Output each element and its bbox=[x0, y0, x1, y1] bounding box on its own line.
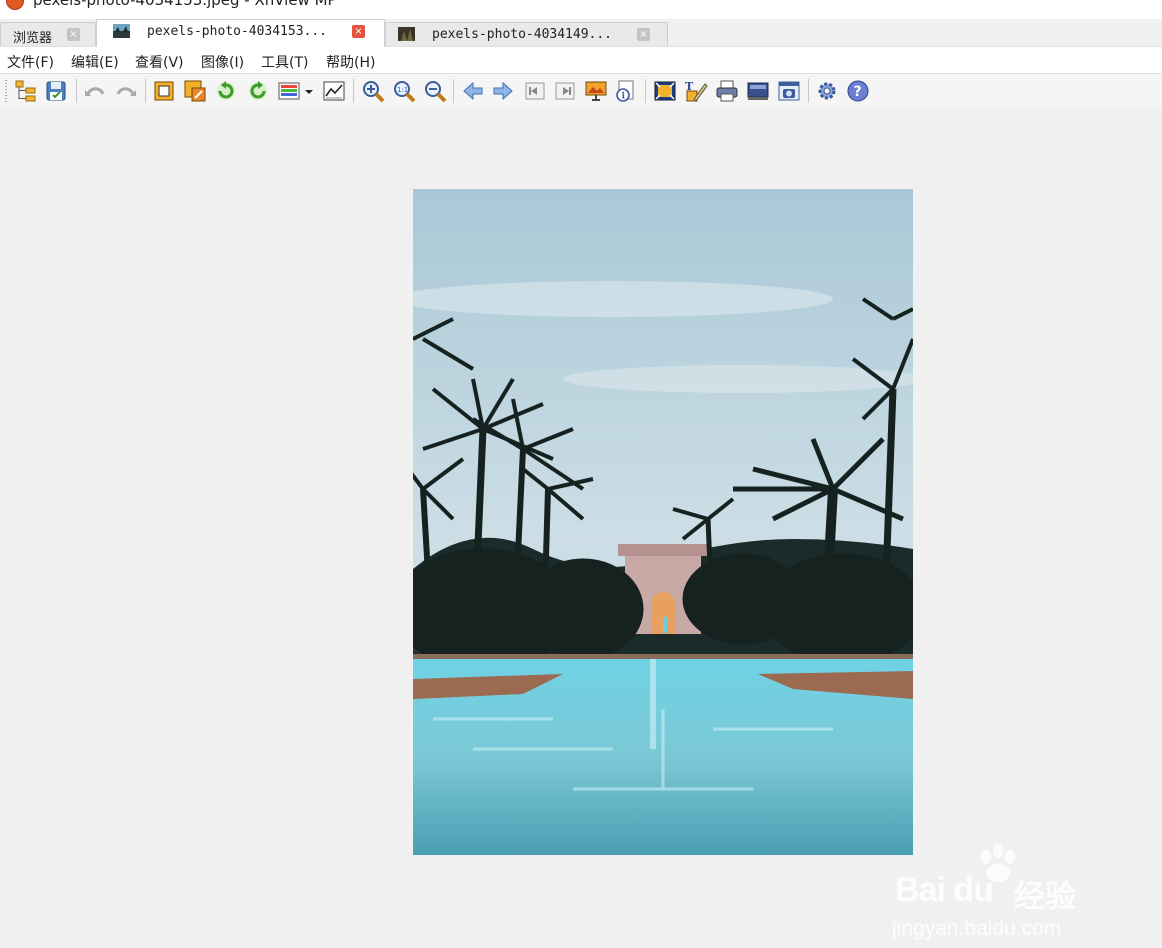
menu-view[interactable]: 查看(V) bbox=[135, 52, 184, 72]
close-icon[interactable]: × bbox=[352, 25, 365, 38]
toolbar-separator bbox=[353, 79, 354, 103]
toolbar-separator bbox=[76, 79, 77, 103]
tab-bar: 浏览器 × pexels-photo-4034153... × pexels-p… bbox=[0, 19, 1162, 47]
save-icon[interactable] bbox=[44, 79, 68, 103]
tab-image-4034149[interactable]: pexels-photo-4034149... × bbox=[385, 22, 668, 46]
toolbar-separator bbox=[808, 79, 809, 103]
redo-icon[interactable] bbox=[114, 79, 138, 103]
fit-window-icon[interactable] bbox=[653, 79, 677, 103]
window-title: pexels-photo-4034153.jpeg - XnView MP bbox=[33, 0, 337, 9]
rotate-left-icon[interactable] bbox=[214, 79, 238, 103]
first-icon[interactable] bbox=[523, 79, 547, 103]
photo-pool-palms bbox=[413, 189, 913, 855]
toolbar-separator bbox=[645, 79, 646, 103]
scan-icon[interactable] bbox=[746, 79, 770, 103]
next-icon[interactable] bbox=[491, 79, 515, 103]
levels-icon[interactable] bbox=[322, 79, 346, 103]
browse-icon[interactable] bbox=[14, 79, 38, 103]
crop-icon[interactable] bbox=[152, 79, 176, 103]
zoom-actual-icon[interactable]: 1:1 bbox=[392, 79, 416, 103]
menu-edit[interactable]: 编辑(E) bbox=[71, 52, 119, 72]
menu-help[interactable]: 帮助(H) bbox=[326, 52, 375, 72]
zoom-in-icon[interactable] bbox=[361, 79, 385, 103]
toolbar-grip[interactable] bbox=[5, 80, 7, 102]
slideshow-icon[interactable] bbox=[584, 79, 608, 103]
settings-icon[interactable] bbox=[815, 79, 839, 103]
watermark-brand-cn: 经验 bbox=[1014, 879, 1076, 915]
close-icon[interactable]: × bbox=[67, 28, 80, 41]
tab-label: pexels-photo-4034153... bbox=[147, 24, 328, 39]
svg-text:?: ? bbox=[854, 84, 862, 100]
zoom-out-icon[interactable] bbox=[423, 79, 447, 103]
image-viewer[interactable]: Bai du 经验 jingyan.baidu.com bbox=[0, 108, 1162, 940]
menu-tools[interactable]: 工具(T) bbox=[261, 52, 308, 72]
tab-label: pexels-photo-4034149... bbox=[432, 27, 613, 42]
undo-icon[interactable] bbox=[83, 79, 107, 103]
print-icon[interactable] bbox=[715, 79, 739, 103]
resize-icon[interactable] bbox=[183, 79, 207, 103]
tab-image-4034153[interactable]: pexels-photo-4034153... × bbox=[96, 19, 385, 47]
last-icon[interactable] bbox=[553, 79, 577, 103]
info-icon[interactable]: i bbox=[614, 79, 638, 103]
watermark-url: jingyan.baidu.com bbox=[892, 917, 1062, 940]
xnview-app-icon bbox=[6, 0, 24, 10]
dropdown-arrow-icon[interactable] bbox=[302, 79, 316, 103]
svg-text:1:1: 1:1 bbox=[397, 86, 408, 94]
image-thumbnail-icon bbox=[398, 27, 415, 41]
close-icon[interactable]: × bbox=[637, 28, 650, 41]
menu-image[interactable]: 图像(I) bbox=[201, 52, 244, 72]
rotate-right-icon[interactable] bbox=[246, 79, 270, 103]
paw-icon bbox=[981, 844, 1015, 882]
toolbar: 1:1 i T ? bbox=[0, 73, 1162, 109]
menu-file[interactable]: 文件(F) bbox=[7, 52, 54, 72]
svg-text:i: i bbox=[622, 92, 626, 102]
tab-browser[interactable]: 浏览器 × bbox=[0, 22, 96, 46]
toolbar-separator bbox=[453, 79, 454, 103]
watermark-brand: Bai du bbox=[895, 871, 994, 909]
edit-text-icon[interactable]: T bbox=[684, 79, 708, 103]
help-icon[interactable]: ? bbox=[846, 79, 870, 103]
toolbar-separator bbox=[145, 79, 146, 103]
baidu-watermark: Bai du 经验 jingyan.baidu.com bbox=[888, 843, 1102, 948]
capture-icon[interactable] bbox=[777, 79, 801, 103]
image-thumbnail-icon bbox=[113, 24, 130, 38]
tab-label: 浏览器 bbox=[13, 31, 53, 46]
adjust-colors-icon[interactable] bbox=[277, 79, 301, 103]
prev-icon[interactable] bbox=[461, 79, 485, 103]
title-bar: pexels-photo-4034153.jpeg - XnView MP bbox=[0, 0, 1162, 19]
menu-bar: 文件(F) 编辑(E) 查看(V) 图像(I) 工具(T) 帮助(H) bbox=[0, 46, 1162, 74]
